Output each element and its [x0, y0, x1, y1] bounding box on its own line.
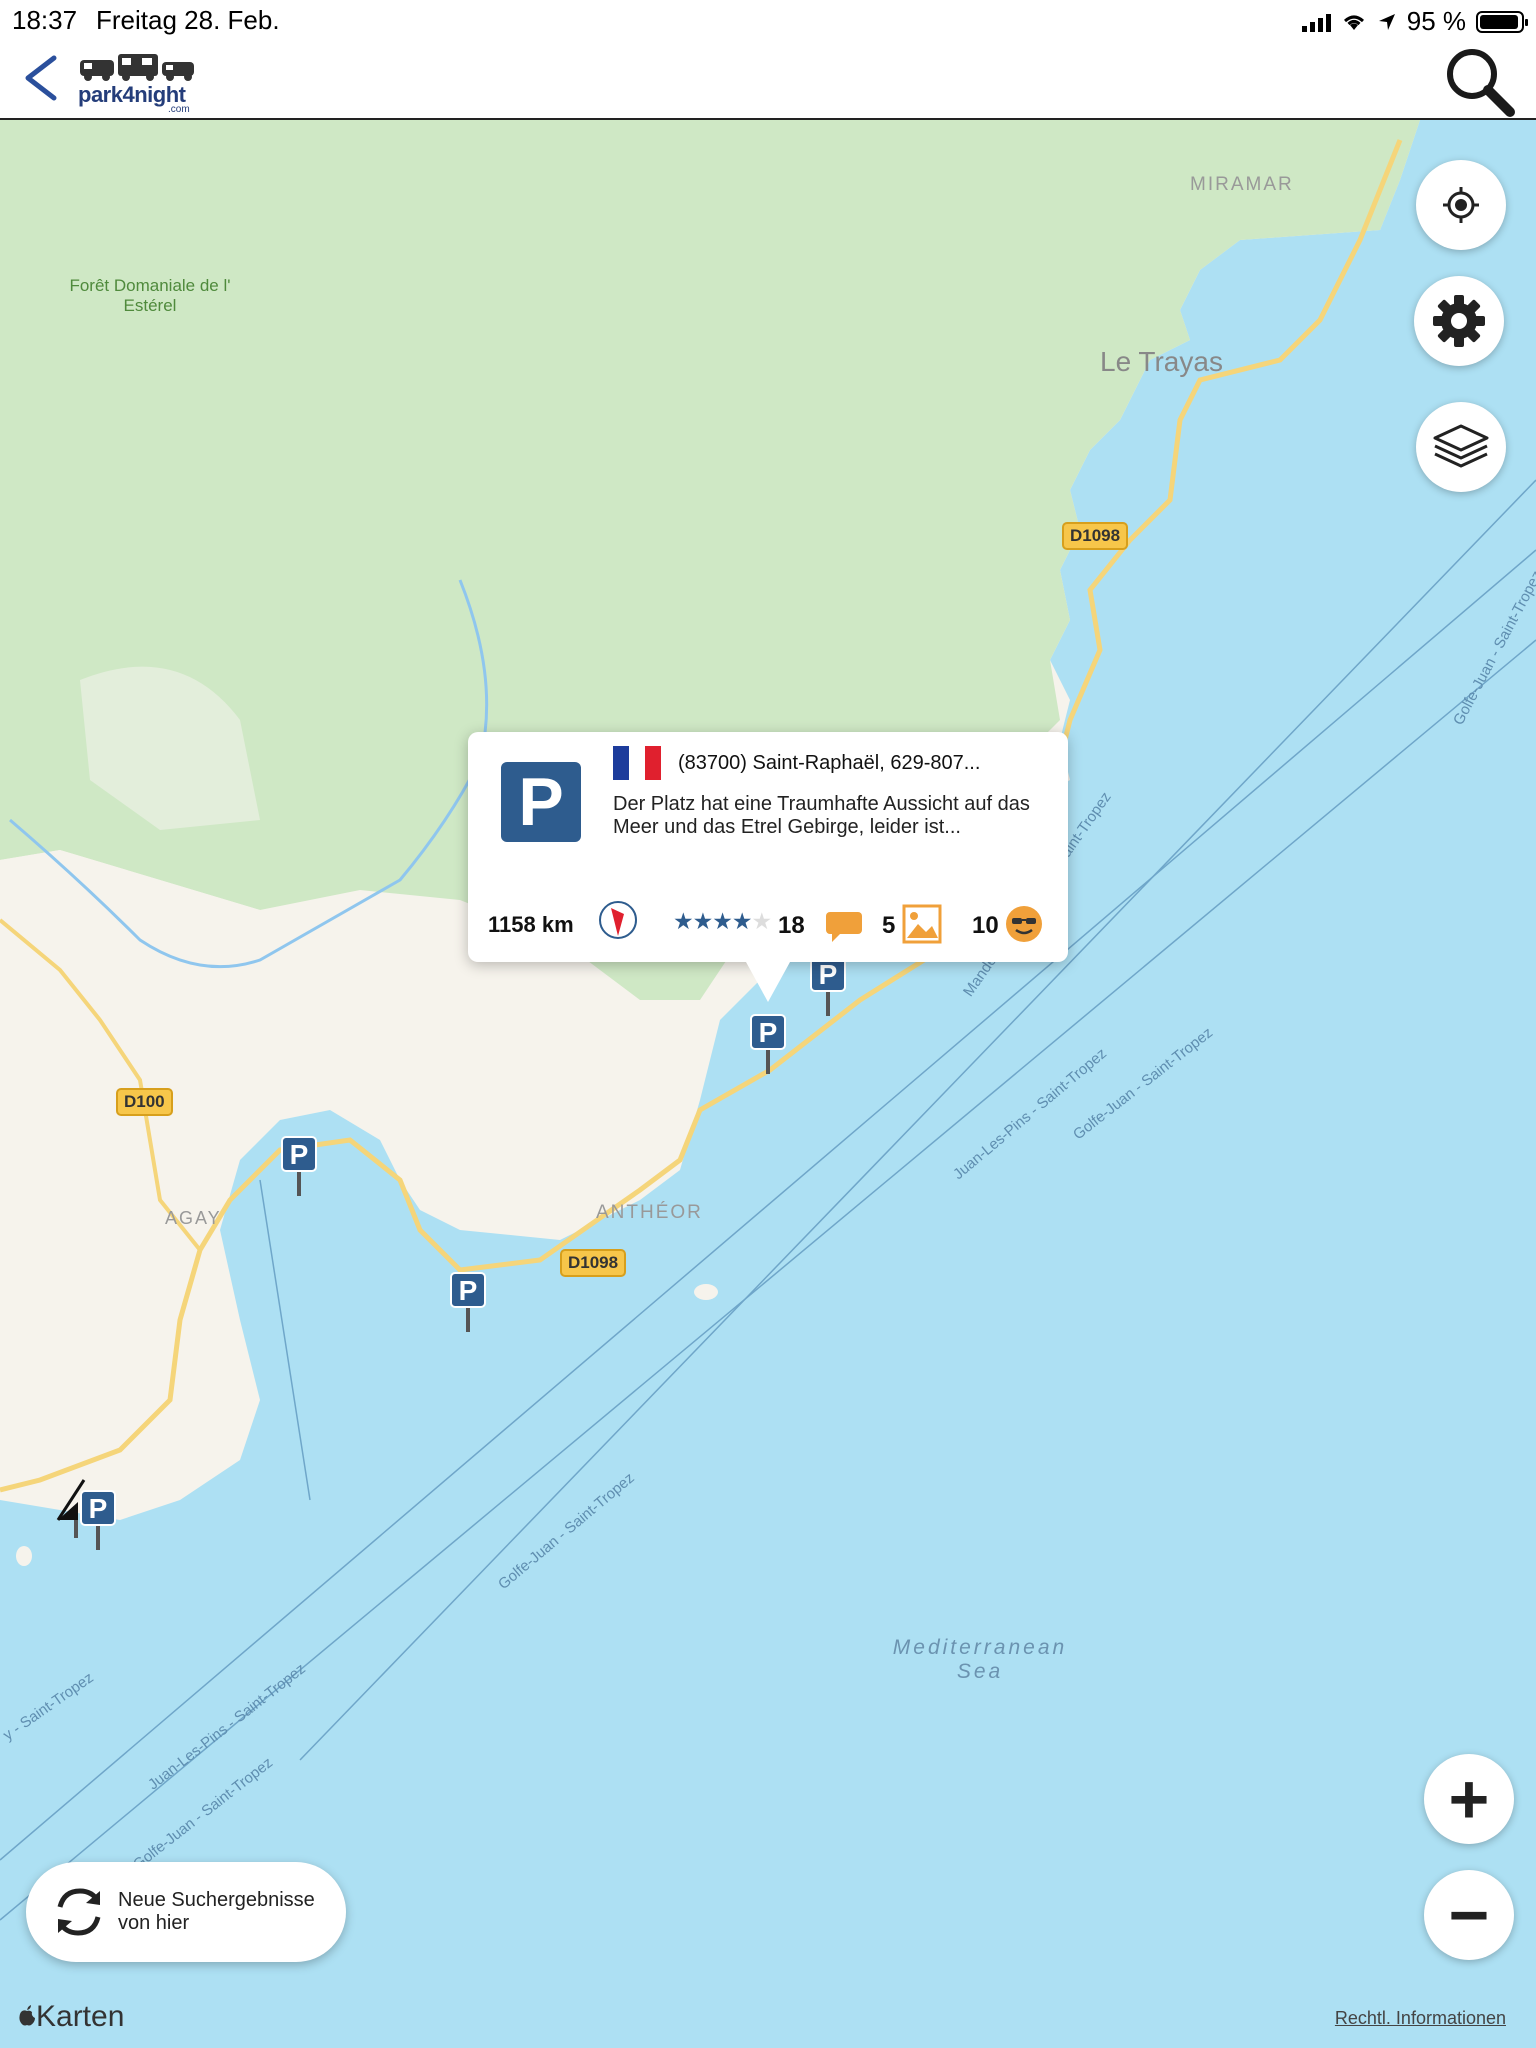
refresh-search-label: Neue Suchergebnisse von hier	[118, 1889, 315, 1934]
smiley-sunglasses-icon	[1006, 906, 1042, 942]
parking-marker-icon: P	[750, 1014, 786, 1050]
france-flag-icon	[613, 746, 661, 780]
search-button[interactable]	[1440, 40, 1520, 118]
camping-tent-icon[interactable]	[52, 1476, 92, 1540]
score-value: 10	[972, 912, 999, 939]
apple-logo-icon	[19, 2005, 35, 2026]
photo-icon	[902, 904, 942, 944]
road-shield-d1098: D1098	[560, 1249, 627, 1277]
star-filled-icon: ★	[731, 908, 753, 934]
navigation-bar: park4night .com	[0, 40, 1536, 120]
map-label-sea: Mediterranean Sea	[892, 1636, 1068, 1683]
battery-percentage: 95 %	[1406, 6, 1466, 36]
map-view[interactable]: Forêt Domaniale de l' Estérel MIRAMAR Le…	[0, 120, 1536, 2048]
road-shield-d100: D100	[116, 1088, 173, 1116]
star-filled-icon: ★	[712, 908, 733, 934]
plus-icon: +	[1448, 1760, 1490, 1838]
gear-icon	[1433, 295, 1485, 347]
road-shield-d1098: D1098	[1062, 522, 1129, 550]
zoom-out-button[interactable]: −	[1424, 1870, 1514, 1960]
status-indicators: 95 %	[1301, 6, 1528, 37]
crosshair-icon	[1443, 187, 1479, 223]
place-distance: 1158 km	[488, 912, 574, 937]
chevron-left-icon	[25, 55, 57, 101]
comments-count: 18	[778, 912, 805, 939]
status-date: Freitag 28. Feb.	[96, 5, 280, 35]
vehicles-logo-icon	[80, 54, 194, 81]
cellular-signal-icon	[1301, 12, 1331, 32]
parking-marker[interactable]: P	[281, 1136, 317, 1196]
zoom-in-button[interactable]: +	[1424, 1754, 1514, 1844]
compass-direction-icon	[599, 901, 637, 939]
parking-type-icon: P	[501, 762, 581, 842]
layers-icon	[1433, 424, 1489, 468]
park4night-logo: park4night .com	[78, 50, 198, 115]
place-description: Der Platz hat eine Traumhafte Aussicht a…	[613, 793, 1030, 838]
parking-marker-selected[interactable]: P	[750, 1014, 786, 1074]
refresh-search-button[interactable]: Neue Suchergebnisse von hier	[26, 1862, 346, 1962]
map-layers-button[interactable]	[1416, 402, 1506, 492]
status-time: 18:37	[12, 5, 78, 35]
wifi-icon	[1343, 15, 1364, 30]
status-bar: 18:37 Freitag 28. Feb. 95 %	[0, 0, 1536, 40]
back-button[interactable]	[18, 52, 62, 104]
star-filled-icon: ★	[692, 908, 714, 934]
search-icon	[1447, 49, 1515, 117]
parking-marker[interactable]: P	[810, 956, 846, 1016]
place-popup-card[interactable]: P (83700) Saint-Raphaël, 629-807... Der …	[468, 732, 1068, 1002]
settings-button[interactable]	[1414, 276, 1504, 366]
map-label-le-trayas: Le Trayas	[1100, 346, 1223, 377]
parking-marker[interactable]: P	[450, 1272, 486, 1332]
place-address: (83700) Saint-Raphaël, 629-807...	[678, 752, 981, 774]
battery-icon	[1476, 10, 1528, 33]
parking-marker-icon: P	[281, 1136, 317, 1172]
map-background	[0, 120, 1536, 2048]
map-label-antheor: ANTHÉOR	[596, 1202, 703, 1223]
rating-stars: ★★★★★	[673, 908, 773, 935]
refresh-arrows-icon	[57, 1888, 101, 1936]
minus-icon: −	[1448, 1876, 1490, 1954]
apple-maps-attribution: Karten	[18, 2000, 124, 2034]
locate-me-button[interactable]	[1416, 160, 1506, 250]
logo-suffix: .com	[168, 104, 190, 115]
comment-bubble-icon	[826, 912, 862, 942]
location-arrow-icon	[1378, 13, 1395, 30]
apple-maps-label: Karten	[36, 2000, 125, 2033]
parking-marker-icon: P	[450, 1272, 486, 1308]
legal-info-link[interactable]: Rechtl. Informationen	[1335, 2008, 1506, 2029]
map-label-miramar: MIRAMAR	[1190, 174, 1294, 195]
map-label-forest: Forêt Domaniale de l' Estérel	[69, 276, 231, 315]
star-empty-icon: ★	[751, 908, 773, 934]
map-label-agay: AGAY	[165, 1208, 222, 1228]
star-filled-icon: ★	[673, 908, 694, 934]
photos-count: 5	[882, 912, 896, 939]
